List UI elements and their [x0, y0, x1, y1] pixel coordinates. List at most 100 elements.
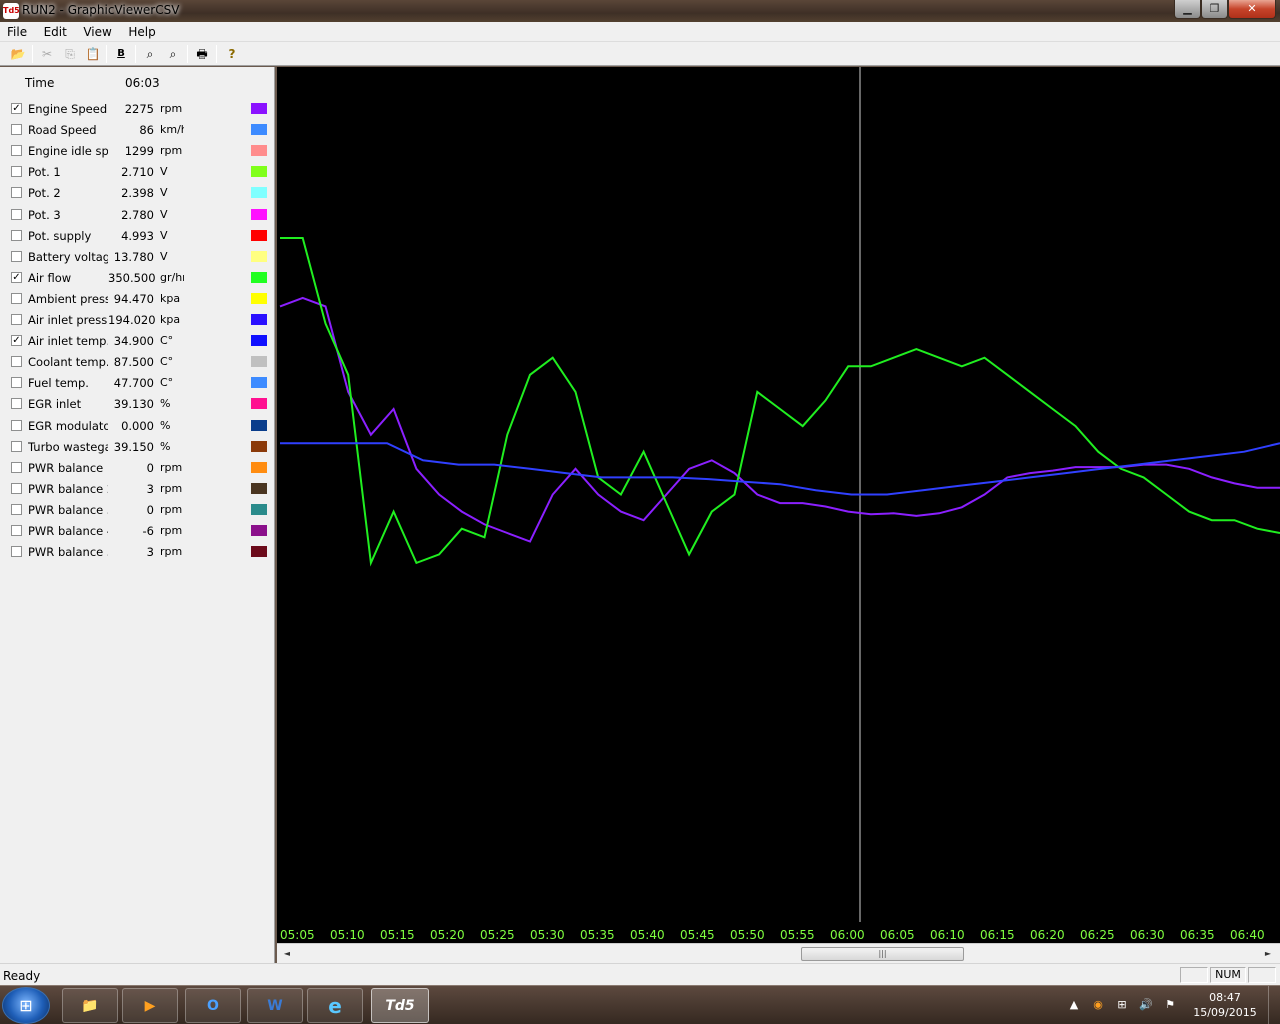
- parameter-checkbox[interactable]: ✓: [11, 271, 22, 283]
- parameter-name: PWR balance 5: [28, 545, 108, 560]
- parameter-checkbox[interactable]: [11, 187, 22, 199]
- parameter-color-swatch[interactable]: [251, 208, 267, 220]
- close-button[interactable]: ✕: [1228, 0, 1276, 19]
- taskbar-internet-explorer-icon[interactable]: e: [307, 988, 363, 1023]
- zoom-in-icon[interactable]: ⌕: [140, 45, 160, 63]
- parameter-value: 87.500: [113, 355, 154, 370]
- parameter-color-swatch[interactable]: [251, 271, 267, 283]
- parameter-color-swatch[interactable]: [251, 398, 267, 410]
- parameter-color-swatch[interactable]: [251, 440, 267, 452]
- parameter-name: PWR balance 4: [28, 524, 108, 538]
- menu-file[interactable]: File: [0, 22, 33, 39]
- tray-expand-icon[interactable]: ▲: [1066, 997, 1082, 1013]
- parameter-checkbox[interactable]: [11, 166, 22, 178]
- parameter-color-swatch[interactable]: [251, 103, 267, 114]
- parameter-value: 13.780: [113, 249, 154, 264]
- parameter-checkbox[interactable]: [11, 250, 22, 262]
- parameter-unit: %: [160, 418, 171, 432]
- help-icon[interactable]: ?: [222, 45, 242, 63]
- parameter-color-swatch[interactable]: [251, 187, 267, 199]
- parameter-color-swatch[interactable]: [251, 377, 267, 389]
- parameter-checkbox[interactable]: [11, 461, 22, 473]
- app-icon[interactable]: Td5: [3, 3, 20, 19]
- parameter-row: PWR balance 3 0 rpm: [0, 501, 275, 522]
- parameter-color-swatch[interactable]: [251, 124, 267, 136]
- show-desktop-button[interactable]: [1268, 986, 1280, 1024]
- parameter-color-swatch[interactable]: [251, 503, 267, 515]
- parameter-color-swatch[interactable]: [251, 229, 267, 241]
- parameter-checkbox[interactable]: [11, 124, 22, 136]
- parameter-checkbox[interactable]: ✓: [11, 335, 22, 347]
- parameter-color-swatch[interactable]: [251, 525, 267, 536]
- parameter-checkbox[interactable]: [11, 525, 22, 536]
- parameter-color-swatch[interactable]: [251, 335, 267, 347]
- bold-icon[interactable]: B: [111, 45, 131, 63]
- parameter-color-swatch[interactable]: [251, 546, 267, 558]
- parameter-color-swatch[interactable]: [251, 314, 267, 325]
- horizontal-scrollbar[interactable]: ◄ ||| ►: [277, 943, 1280, 963]
- parameter-checkbox[interactable]: [11, 440, 22, 452]
- parameter-name: Engine idle spd.: [28, 144, 108, 159]
- parameter-checkbox[interactable]: [11, 503, 22, 515]
- parameter-checkbox[interactable]: [11, 377, 22, 389]
- minimize-button[interactable]: ▁: [1174, 0, 1201, 19]
- parameter-checkbox[interactable]: [11, 229, 22, 241]
- series-line-air-inlet-temp-: [280, 442, 1280, 496]
- parameter-checkbox[interactable]: [11, 314, 22, 325]
- parameter-checkbox[interactable]: [11, 546, 22, 558]
- start-button[interactable]: ⊞: [2, 987, 50, 1024]
- zoom-out-icon[interactable]: ⌕: [163, 45, 183, 63]
- open-icon[interactable]: 📂: [8, 45, 28, 63]
- x-tick-label: 06:30: [1130, 928, 1165, 942]
- parameter-checkbox[interactable]: [11, 398, 22, 410]
- parameter-checkbox[interactable]: [11, 482, 22, 494]
- taskbar-td5-icon[interactable]: Td5: [371, 988, 429, 1023]
- chart-area[interactable]: 05:05 05:10 05:15 05:20 05:25 05:30 05:35 05:40…: [277, 67, 1280, 943]
- tray-flag-icon[interactable]: ⚑: [1162, 997, 1178, 1013]
- parameter-color-swatch[interactable]: [251, 461, 267, 473]
- line-chart[interactable]: 05:05 05:10 05:15 05:20 05:25 05:30 05:35 05:40…: [277, 67, 1280, 943]
- parameter-checkbox[interactable]: [11, 292, 22, 304]
- x-tick-label: 05:25: [480, 928, 515, 942]
- taskbar-explorer-icon[interactable]: 📁: [62, 988, 118, 1023]
- cut-icon[interactable]: ✂: [37, 45, 57, 63]
- parameter-name: Turbo wastegate: [28, 439, 108, 454]
- tray-app-icon[interactable]: ◉: [1090, 997, 1106, 1013]
- parameter-checkbox[interactable]: [11, 208, 22, 220]
- parameter-checkbox[interactable]: [11, 145, 22, 157]
- parameter-value: 3: [146, 481, 154, 496]
- menu-edit[interactable]: Edit: [37, 22, 73, 39]
- paste-icon[interactable]: 📋: [83, 45, 103, 63]
- x-tick-label: 05:50: [730, 928, 765, 942]
- clock[interactable]: 08:47 15/09/2015: [1190, 990, 1260, 1020]
- menu-bar: File Edit View Help: [0, 22, 1280, 42]
- parameter-name: Engine Speed: [28, 102, 108, 116]
- parameter-color-swatch[interactable]: [251, 250, 267, 262]
- parameter-color-swatch[interactable]: [251, 292, 267, 304]
- x-tick-label: 05:20: [430, 928, 465, 942]
- toolbar-separator: [187, 45, 188, 63]
- taskbar-media-player-icon[interactable]: ▶: [122, 988, 178, 1023]
- tray-network-icon[interactable]: ⊞: [1114, 997, 1130, 1013]
- parameter-color-swatch[interactable]: [251, 356, 267, 368]
- print-icon[interactable]: 🖶: [192, 45, 212, 63]
- menu-help[interactable]: Help: [121, 22, 161, 39]
- taskbar-outlook-icon[interactable]: O: [185, 988, 241, 1023]
- restore-button[interactable]: ❐: [1201, 0, 1228, 19]
- parameter-checkbox[interactable]: ✓: [11, 103, 22, 114]
- parameter-color-swatch[interactable]: [251, 145, 267, 157]
- parameter-row: Pot. 3 2.780 V: [0, 206, 275, 227]
- scroll-thumb[interactable]: |||: [801, 947, 964, 961]
- copy-icon[interactable]: ⎘: [60, 45, 80, 63]
- tray-volume-icon[interactable]: 🔊: [1138, 997, 1154, 1013]
- parameter-color-swatch[interactable]: [251, 482, 267, 494]
- parameter-checkbox[interactable]: [11, 419, 22, 431]
- parameter-checkbox[interactable]: [11, 356, 22, 368]
- parameter-color-swatch[interactable]: [251, 166, 267, 178]
- menu-view[interactable]: View: [76, 22, 117, 39]
- parameter-color-swatch[interactable]: [251, 419, 267, 431]
- scroll-right-icon[interactable]: ►: [1261, 947, 1275, 961]
- scroll-left-icon[interactable]: ◄: [280, 947, 294, 961]
- taskbar-word-icon[interactable]: W: [247, 988, 303, 1023]
- parameter-unit: rpm: [160, 460, 183, 474]
